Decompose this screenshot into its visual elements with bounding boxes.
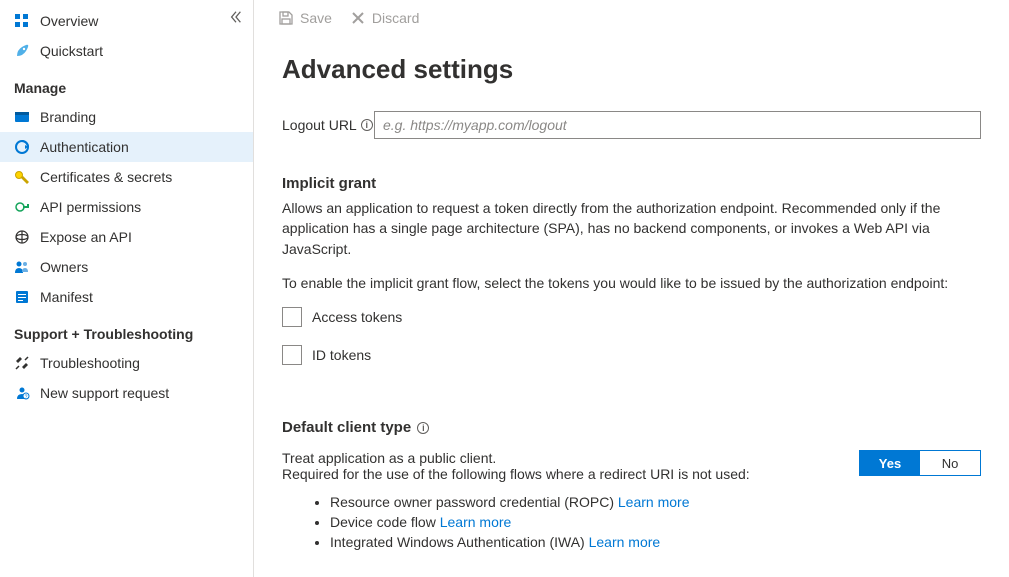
- logout-url-input[interactable]: [374, 111, 981, 139]
- implicit-grant-desc1: Allows an application to request a token…: [282, 198, 981, 259]
- info-icon[interactable]: i: [417, 422, 429, 434]
- sidebar-item-apipermissions[interactable]: API permissions: [0, 192, 253, 222]
- sidebar-item-manifest[interactable]: Manifest: [0, 282, 253, 312]
- sidebar-item-label: API permissions: [40, 199, 141, 215]
- id-tokens-label: ID tokens: [312, 347, 371, 363]
- sidebar-item-label: Troubleshooting: [40, 355, 140, 371]
- sidebar-group-support: Support + Troubleshooting: [0, 312, 253, 348]
- info-icon[interactable]: i: [361, 119, 373, 131]
- sidebar-item-label: Manifest: [40, 289, 93, 305]
- discard-label: Discard: [372, 10, 419, 26]
- public-client-desc2: Required for the use of the following fl…: [282, 466, 839, 482]
- sidebar-item-troubleshooting[interactable]: Troubleshooting: [0, 348, 253, 378]
- logout-url-label-text: Logout URL: [282, 117, 357, 133]
- sidebar-group-manage: Manage: [0, 66, 253, 102]
- sidebar-item-authentication[interactable]: Authentication: [0, 132, 253, 162]
- sidebar-item-owners[interactable]: Owners: [0, 252, 253, 282]
- default-client-type-text: Default client type: [282, 419, 411, 436]
- sidebar-item-label: Certificates & secrets: [40, 169, 172, 185]
- toggle-no[interactable]: No: [920, 451, 980, 475]
- sidebar-item-overview[interactable]: Overview: [0, 6, 253, 36]
- main-content: Save Discard Advanced settings Logout UR…: [254, 0, 1009, 577]
- access-tokens-checkbox[interactable]: [282, 307, 302, 327]
- sidebar-item-label: Owners: [40, 259, 88, 275]
- learn-more-link[interactable]: Learn more: [589, 534, 661, 550]
- flow-item-ropc: Resource owner password credential (ROPC…: [330, 494, 981, 510]
- sidebar-item-label: New support request: [40, 385, 169, 401]
- sidebar: Overview Quickstart Manage Branding Auth…: [0, 0, 254, 577]
- save-icon: [278, 10, 294, 26]
- sidebar-item-branding[interactable]: Branding: [0, 102, 253, 132]
- flow-item-device: Device code flow Learn more: [330, 514, 981, 530]
- expose-api-icon: [14, 229, 30, 245]
- toggle-yes[interactable]: Yes: [860, 451, 920, 475]
- api-permissions-icon: [14, 199, 30, 215]
- svg-text:?: ?: [25, 395, 28, 401]
- owners-icon: [14, 259, 30, 275]
- sidebar-item-exposeapi[interactable]: Expose an API: [0, 222, 253, 252]
- sidebar-item-label: Quickstart: [40, 43, 103, 59]
- manifest-icon: [14, 289, 30, 305]
- id-tokens-checkbox[interactable]: [282, 345, 302, 365]
- public-client-toggle: Yes No: [859, 450, 981, 476]
- collapse-sidebar-button[interactable]: [229, 10, 243, 27]
- support-icon: ?: [14, 385, 30, 401]
- page-title: Advanced settings: [282, 54, 981, 85]
- implicit-grant-desc2: To enable the implicit grant flow, selec…: [282, 273, 981, 293]
- public-client-desc1: Treat application as a public client.: [282, 450, 839, 466]
- save-button[interactable]: Save: [278, 10, 332, 26]
- sidebar-item-label: Expose an API: [40, 229, 132, 245]
- sidebar-item-label: Authentication: [40, 139, 129, 155]
- save-label: Save: [300, 10, 332, 26]
- flow-text: Resource owner password credential (ROPC…: [330, 494, 618, 510]
- flow-text: Device code flow: [330, 514, 440, 530]
- quickstart-icon: [14, 43, 30, 59]
- branding-icon: [14, 109, 30, 125]
- sidebar-item-label: Overview: [40, 13, 98, 29]
- access-tokens-label: Access tokens: [312, 309, 402, 325]
- overview-icon: [14, 13, 30, 29]
- learn-more-link[interactable]: Learn more: [440, 514, 512, 530]
- troubleshooting-icon: [14, 355, 30, 371]
- access-tokens-row: Access tokens: [282, 307, 981, 327]
- flow-list: Resource owner password credential (ROPC…: [282, 494, 981, 550]
- certificates-icon: [14, 169, 30, 185]
- id-tokens-row: ID tokens: [282, 345, 981, 365]
- sidebar-item-label: Branding: [40, 109, 96, 125]
- logout-url-row: Logout URL i: [282, 111, 981, 139]
- logout-url-label: Logout URL i: [282, 117, 374, 133]
- discard-button[interactable]: Discard: [350, 10, 419, 26]
- learn-more-link[interactable]: Learn more: [618, 494, 690, 510]
- authentication-icon: [14, 139, 30, 155]
- sidebar-item-certificates[interactable]: Certificates & secrets: [0, 162, 253, 192]
- flow-text: Integrated Windows Authentication (IWA): [330, 534, 589, 550]
- default-client-type-title: Default client type i: [282, 419, 981, 436]
- flow-item-iwa: Integrated Windows Authentication (IWA) …: [330, 534, 981, 550]
- sidebar-item-newsupport[interactable]: ? New support request: [0, 378, 253, 408]
- toolbar: Save Discard: [254, 0, 1009, 34]
- discard-icon: [350, 10, 366, 26]
- sidebar-item-quickstart[interactable]: Quickstart: [0, 36, 253, 66]
- implicit-grant-title: Implicit grant: [282, 175, 981, 192]
- chevron-double-left-icon: [229, 10, 243, 24]
